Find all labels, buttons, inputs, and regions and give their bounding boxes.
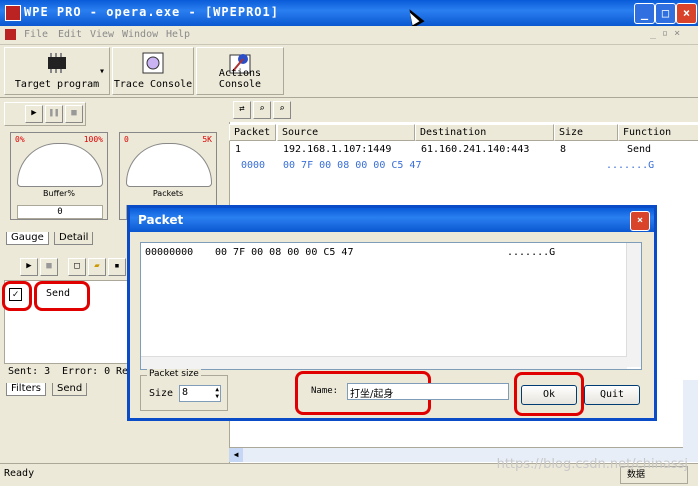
name-input-value: 打坐/起身 — [350, 389, 394, 400]
play-button[interactable]: ▶ — [25, 105, 43, 123]
trace-console-icon — [142, 52, 164, 74]
tab-gauge[interactable]: Gauge — [6, 232, 49, 245]
save-disk-icon[interactable]: ▪ — [108, 258, 126, 276]
search-icon[interactable]: ⌕ — [253, 101, 271, 119]
menu-file[interactable]: File — [24, 29, 48, 40]
window-title: WPE PRO - opera.exe - [WPEPRO1] — [24, 5, 279, 19]
buffer-gauge-value: 0 — [17, 205, 103, 219]
search-next-icon[interactable]: ⌕ — [273, 101, 291, 119]
packets-gauge-label: Packets — [152, 189, 184, 198]
dump-bytes: 00 7F 00 08 00 00 C5 47 — [215, 247, 354, 258]
watermark: https://blog.csdn.net/chinassj — [496, 457, 688, 472]
packet-size-group: Packet size Size 8 ▲ ▼ — [140, 369, 228, 411]
dialog-title-bar: Packet × — [130, 208, 654, 232]
chip-icon — [48, 53, 66, 73]
actions-console-button[interactable]: Actions Console — [196, 47, 284, 95]
actions-console-label: Actions Console — [218, 68, 262, 90]
dropdown-arrow-icon[interactable]: ▾ — [99, 66, 105, 77]
dialog-title: Packet — [138, 213, 184, 227]
trace-console-label: Trace Console — [113, 79, 193, 90]
capture-toolbar: ▶ ❚❚ ■ — [4, 102, 86, 126]
col-size[interactable]: Size — [554, 124, 618, 141]
send-item-checkbox[interactable]: ✓ — [9, 288, 22, 301]
quit-button[interactable]: Quit — [584, 385, 640, 405]
row-destination[interactable]: 61.160.241.140:443 — [421, 144, 529, 155]
new-file-icon[interactable]: □ — [68, 258, 86, 276]
row-source[interactable]: 192.168.1.107:1449 — [283, 144, 391, 155]
dialog-close-button[interactable]: × — [630, 211, 650, 231]
dump-vertical-scrollbar[interactable] — [626, 243, 641, 367]
ok-button[interactable]: Ok — [521, 385, 577, 405]
gauge-dial-icon — [17, 143, 103, 187]
buffer-gauge-label: Buffer% — [43, 189, 75, 198]
row-packet[interactable]: 1 — [235, 144, 241, 155]
main-toolbar: ▾ Target program Trace Console Actions C… — [0, 45, 698, 98]
vertical-scrollbar[interactable] — [683, 380, 698, 450]
size-value: 8 — [182, 387, 189, 398]
size-label: Size — [149, 388, 174, 399]
buffer-gauge: 0% 100% Buffer% 0 — [10, 132, 108, 220]
send-toolbar: ▶ ■ □ ▰ ▪ — [4, 256, 128, 278]
tab-detail[interactable]: Detail — [54, 232, 94, 245]
target-program-button[interactable]: ▾ Target program — [4, 47, 110, 95]
packet-size-group-label: Packet size — [147, 369, 201, 379]
maximize-button[interactable]: □ — [655, 3, 676, 24]
dump-ascii: .......G — [507, 247, 556, 258]
title-bar: WPE PRO - opera.exe - [WPEPRO1] _ □ × — [0, 0, 698, 26]
gauge-dial-icon — [126, 143, 212, 187]
buffer-gauge-max: 100% — [83, 135, 103, 144]
menu-edit[interactable]: Edit — [58, 29, 82, 40]
col-source[interactable]: Source — [277, 124, 415, 141]
minimize-button[interactable]: _ — [634, 3, 655, 24]
app-icon — [5, 5, 21, 21]
menu-bar: File Edit View Window Help _ ▫ × — [0, 26, 698, 45]
packets-gauge-max: 5K — [202, 135, 212, 144]
name-input[interactable]: 打坐/起身 — [347, 383, 509, 400]
spinner-arrows-icon[interactable]: ▲ ▼ — [215, 386, 219, 400]
send-stop-button[interactable]: ■ — [40, 258, 58, 276]
error-count: Error: 0 — [62, 366, 111, 377]
scroll-left-icon[interactable]: ◀ — [229, 448, 243, 462]
col-function[interactable]: Function — [618, 124, 698, 141]
pause-button[interactable]: ❚❚ — [45, 105, 63, 123]
menu-view[interactable]: View — [90, 29, 114, 40]
col-packet[interactable]: Packet — [229, 124, 276, 141]
menu-help[interactable]: Help — [166, 29, 190, 40]
row-function[interactable]: Send — [627, 144, 651, 155]
packet-dialog: Packet × 00000000 00 7F 00 08 00 00 C5 4… — [127, 205, 657, 421]
dump-horizontal-scrollbar[interactable] — [141, 356, 627, 369]
sent-count: Sent: 3 — [8, 366, 51, 377]
send-play-button[interactable]: ▶ — [20, 258, 38, 276]
tab-send[interactable]: Send — [52, 383, 88, 396]
name-label: Name: — [311, 386, 339, 396]
doc-icon — [5, 29, 16, 40]
close-button[interactable]: × — [676, 3, 697, 24]
stop-button[interactable]: ■ — [65, 105, 83, 123]
hex-ascii: .......G — [606, 160, 655, 171]
trace-console-button[interactable]: Trace Console — [112, 47, 194, 95]
packets-gauge-min: 0 — [124, 135, 129, 144]
size-spinner[interactable]: 8 ▲ ▼ — [179, 385, 221, 402]
autoscroll-icon[interactable]: ⇄ — [233, 101, 251, 119]
dump-offset: 00000000 — [145, 247, 194, 258]
target-program-label: Target program — [14, 79, 100, 90]
hex-bytes: 00 7F 00 08 00 00 C5 47 — [283, 160, 422, 171]
mdi-controls-icon[interactable]: _ ▫ × — [650, 28, 680, 39]
row-size[interactable]: 8 — [560, 144, 566, 155]
tab-filters[interactable]: Filters — [6, 383, 46, 396]
send-list-item[interactable]: Send — [46, 288, 70, 299]
packet-hex-editor[interactable]: 00000000 00 7F 00 08 00 00 C5 47 .......… — [140, 242, 642, 370]
status-text: Ready — [4, 468, 35, 479]
menu-window[interactable]: Window — [122, 29, 158, 40]
buffer-gauge-min: 0% — [15, 135, 25, 144]
list-toolbar: ⇄ ⌕ ⌕ — [229, 98, 698, 122]
col-destination[interactable]: Destination — [415, 124, 554, 141]
open-folder-icon[interactable]: ▰ — [88, 258, 106, 276]
hex-offset: 0000 — [241, 160, 266, 171]
